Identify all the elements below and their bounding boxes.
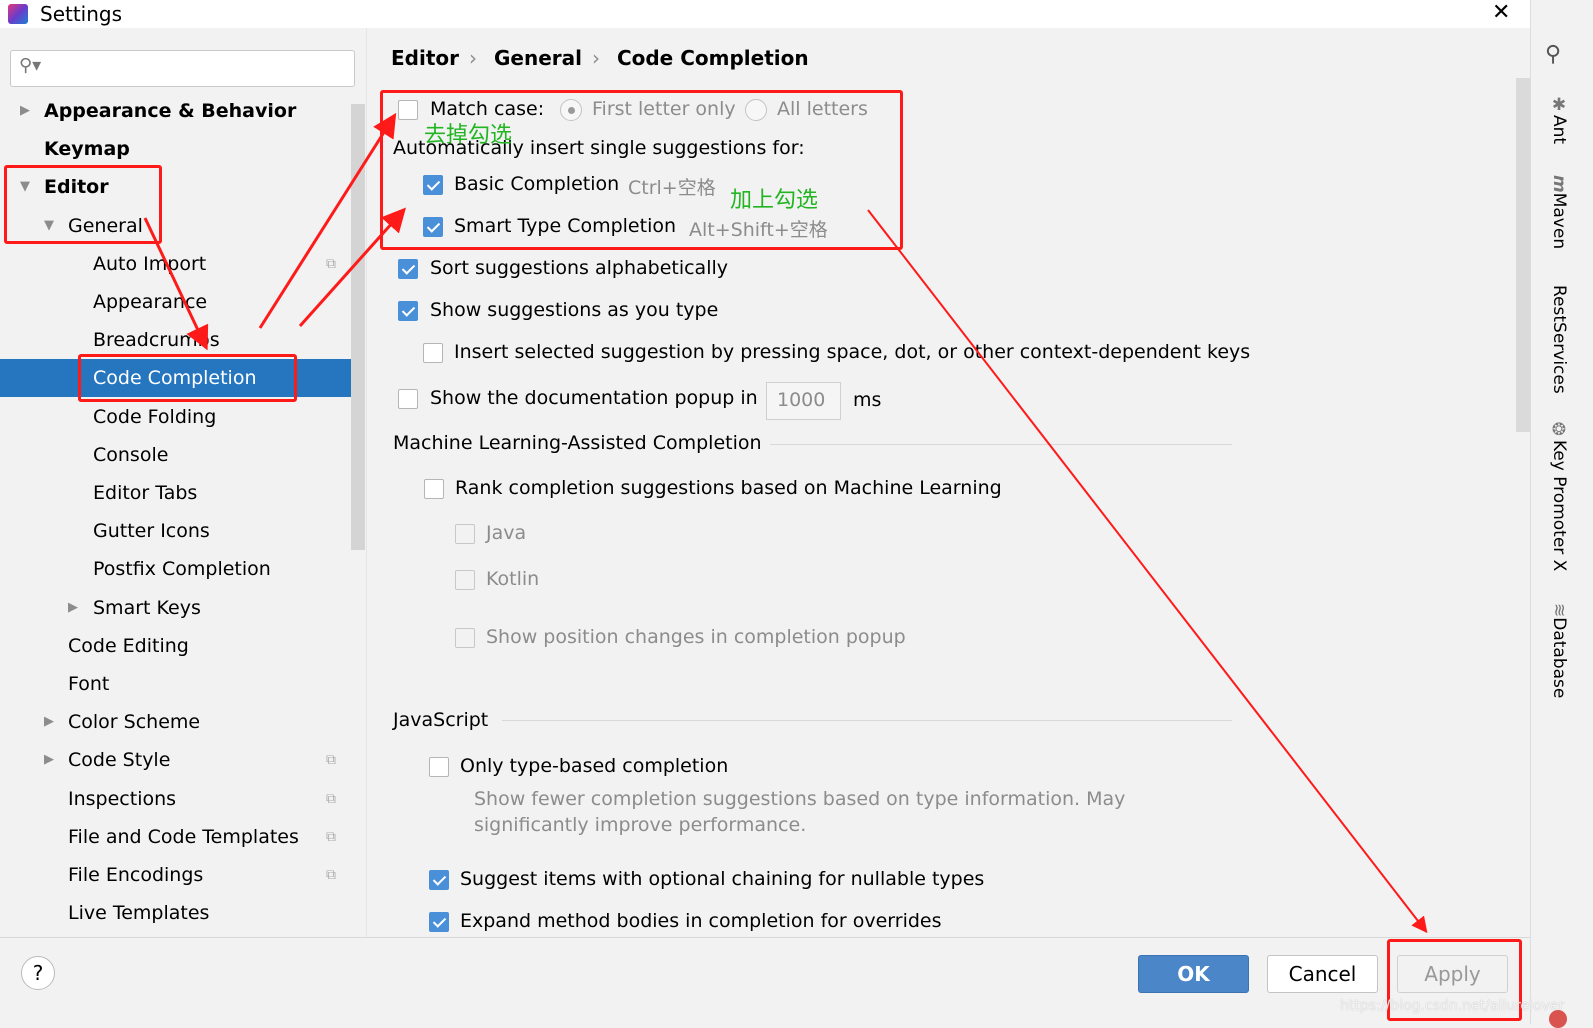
arrow-general-to-code-completion — [143, 217, 209, 351]
annotation-arrows — [143, 112, 1428, 934]
arrow-to-apply — [867, 209, 1428, 934]
arrow-to-smart-completion — [298, 207, 407, 328]
watermark: https://blog.csdn.net/allurelover — [1340, 998, 1565, 1014]
